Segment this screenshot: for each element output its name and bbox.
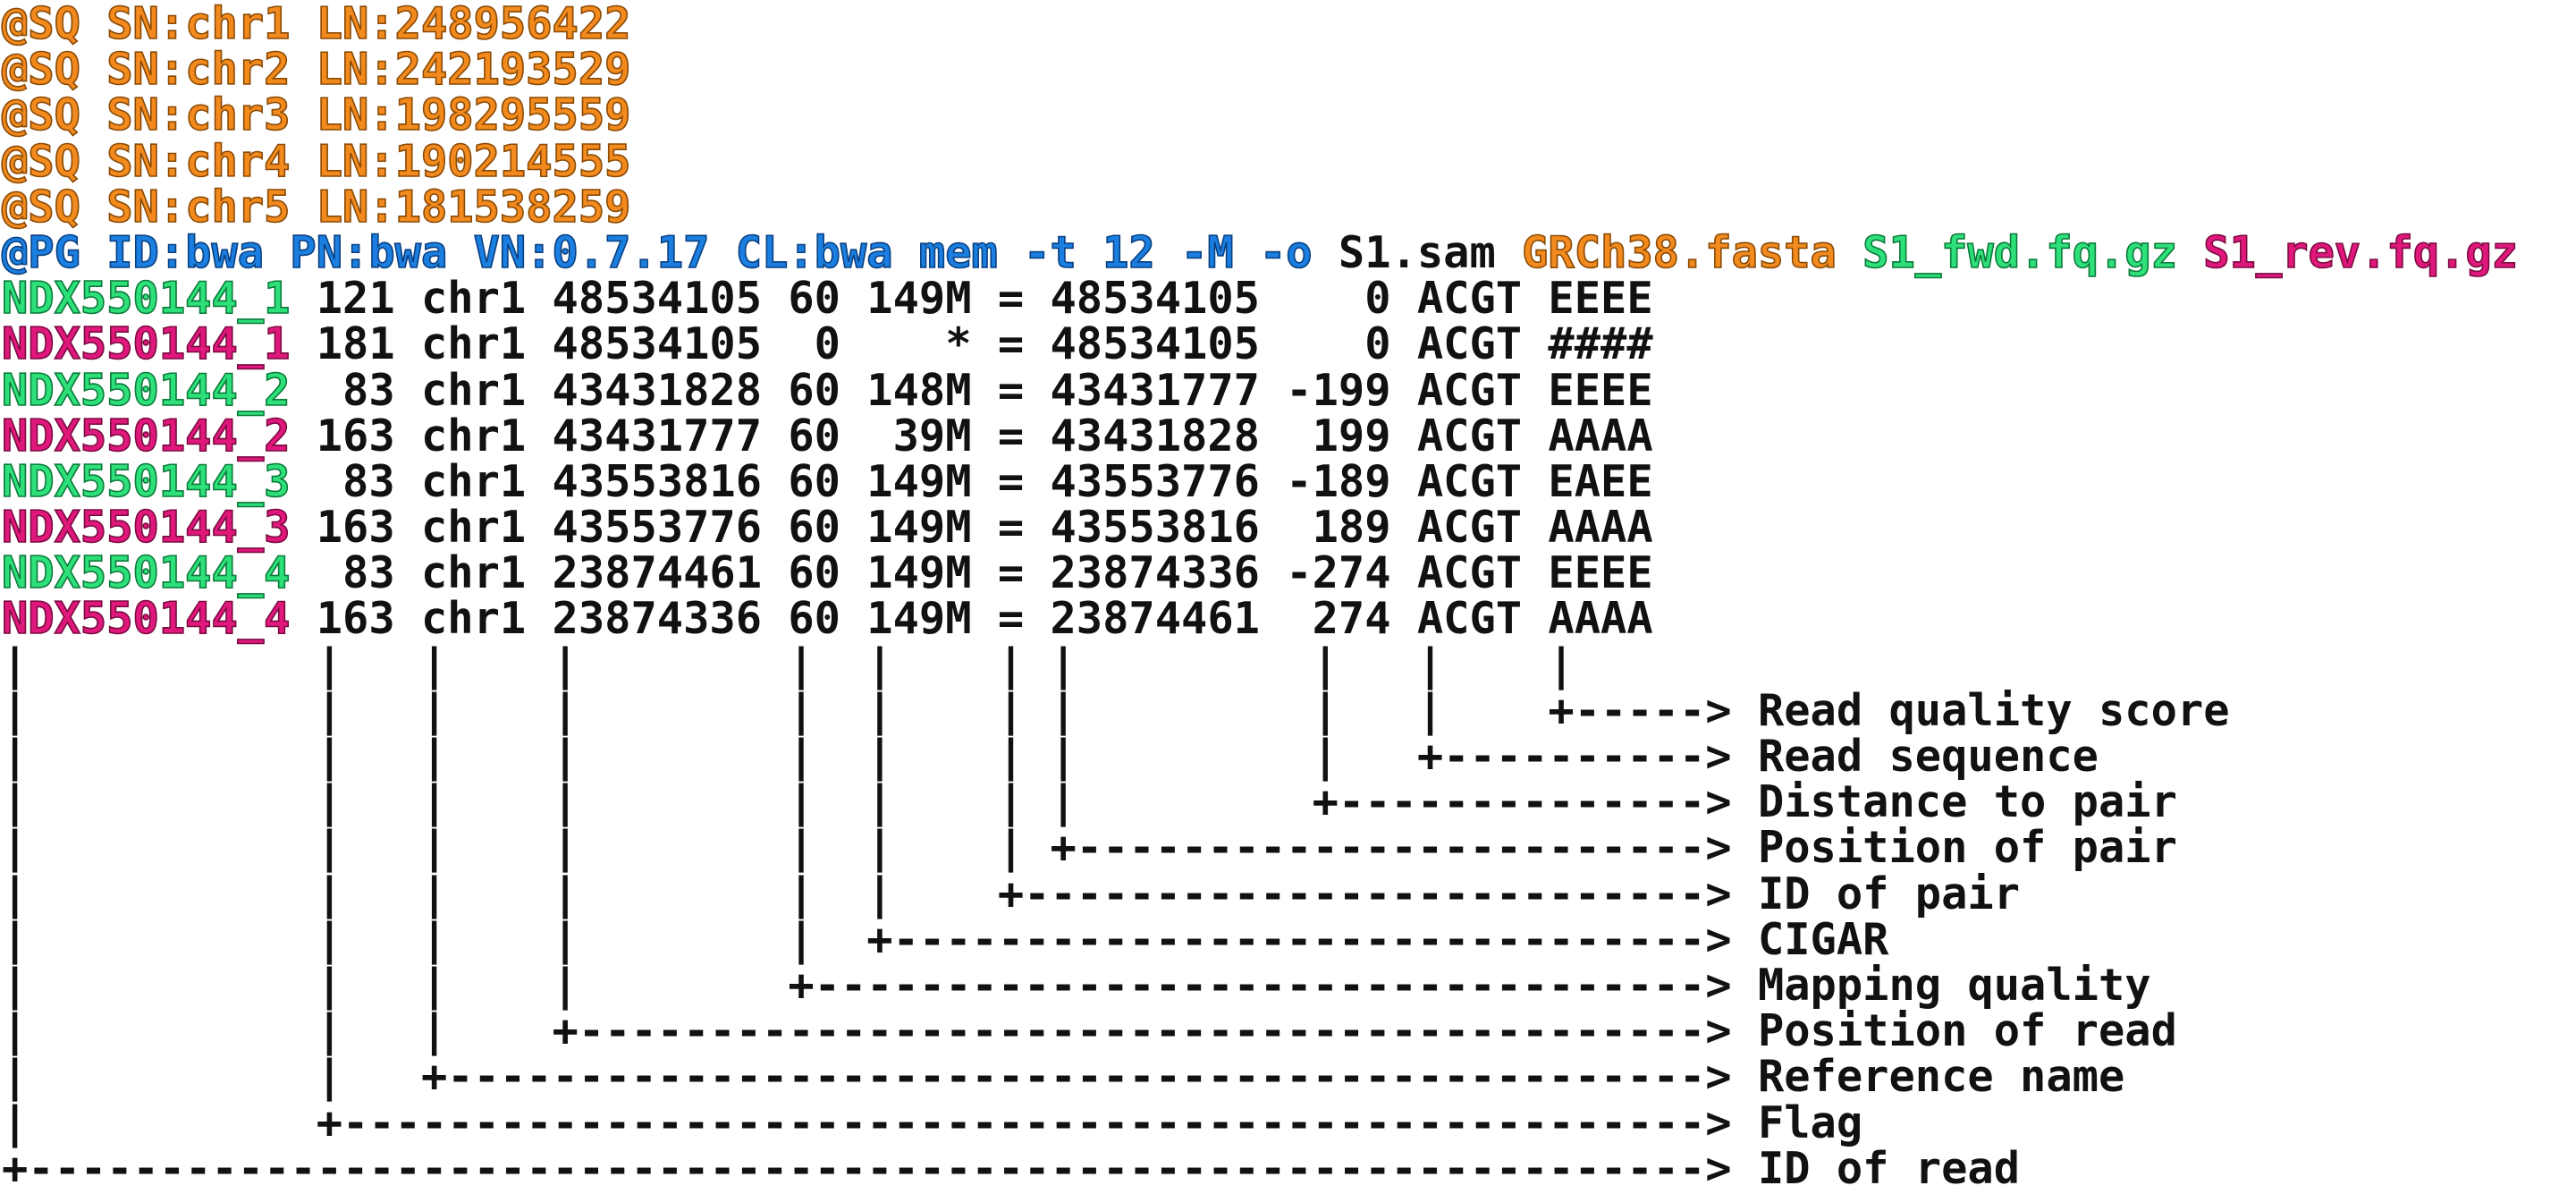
- field-label-flag: Flag: [1757, 1097, 1863, 1148]
- pointer-lines: | | | | +-------------------------------…: [2, 960, 1758, 1011]
- field-label-read-sequence: Read sequence: [1757, 732, 2099, 782]
- pointer-lines: | +-------------------------------------…: [2, 1097, 1758, 1148]
- alignment-row: NDX550144_2 83 chr1 43431828 60 148M = 4…: [1, 365, 2576, 416]
- annotation-line: | | | | | | +-------------------------->…: [2, 868, 2576, 919]
- field-label-cigar: CIGAR: [1757, 914, 1889, 965]
- read-id-forward: NDX550144_1: [1, 274, 291, 325]
- annotation-line: | | | | | | | | | | |: [2, 639, 2576, 690]
- sq-header-line: @SQ SN:chr2 LN:242193529: [1, 45, 2576, 96]
- alignment-fields: 163 chr1 43431777 60 39M = 43431828 199 …: [290, 411, 1653, 462]
- pointer-lines: | | +-----------------------------------…: [2, 1052, 1758, 1103]
- annotation-line: +---------------------------------------…: [2, 1143, 2576, 1194]
- field-label-distance-to-pair: Distance to pair: [1757, 777, 2177, 828]
- sq-header-text: @SQ SN:chr2 LN:242193529: [1, 45, 631, 96]
- alignment-fields: 83 chr1 23874461 60 149M = 23874336 -274…: [290, 548, 1653, 599]
- alignment-row: NDX550144_2 163 chr1 43431777 60 39M = 4…: [1, 411, 2576, 462]
- field-label-id-of-read: ID of read: [1757, 1143, 2021, 1194]
- pg-command: @PG ID:bwa PN:bwa VN:0.7.17 CL:bwa mem -…: [1, 227, 1313, 278]
- pointer-lines: +---------------------------------------…: [2, 1143, 1758, 1194]
- pointer-lines: | | | | | | +-------------------------->: [2, 868, 1758, 919]
- field-label-reference-name: Reference name: [1757, 1052, 2125, 1103]
- pointer-lines: | | | | | | | | | +---------->: [2, 732, 1758, 782]
- alignment-row: NDX550144_3 83 chr1 43553816 60 149M = 4…: [1, 456, 2576, 507]
- alignment-row: NDX550144_1 181 chr1 48534105 0 * = 4853…: [1, 319, 2576, 370]
- annotation-line: | +-------------------------------------…: [2, 1097, 2576, 1148]
- pg-reference-file: GRCh38.fasta: [1495, 227, 1837, 278]
- field-label-position-of-read: Position of read: [1757, 1006, 2177, 1057]
- annotation-line: | | | | +-------------------------------…: [2, 960, 2576, 1011]
- pointer-lines: | | | | | | | | | | +----->: [2, 685, 1758, 736]
- pointer-lines: | | | | | | | +------------------------>: [2, 823, 1758, 874]
- sq-header-text: @SQ SN:chr1 LN:248956422: [1, 0, 631, 49]
- alignment-row: NDX550144_4 163 chr1 23874336 60 149M = …: [1, 594, 2576, 645]
- annotation-line: | | | +---------------------------------…: [2, 1009, 2576, 1054]
- pointer-lines: | | | | | +-----------------------------…: [2, 914, 1758, 965]
- pg-output-file: S1.sam: [1312, 227, 1496, 278]
- annotation-line: | | | | | | | +------------------------>…: [2, 826, 2576, 871]
- alignment-row: NDX550144_1 121 chr1 48534105 60 149M = …: [1, 274, 2576, 325]
- sq-header-line: @SQ SN:chr3 LN:198295559: [1, 90, 2576, 141]
- annotation-line: | | | | | | | | +--------------> Distanc…: [2, 780, 2576, 826]
- annotation-line: | | +-----------------------------------…: [2, 1054, 2576, 1100]
- sq-header-line: @SQ SN:chr4 LN:190214555: [1, 136, 2576, 187]
- read-id-forward: NDX550144_4: [1, 548, 291, 599]
- alignment-fields: 121 chr1 48534105 60 149M = 48534105 0 A…: [290, 274, 1653, 325]
- sq-header-text: @SQ SN:chr3 LN:198295559: [1, 90, 631, 141]
- sam-diagram: @SQ SN:chr1 LN:248956422 @SQ SN:chr2 LN:2…: [0, 0, 2576, 1192]
- pg-header-line: @PG ID:bwa PN:bwa VN:0.7.17 CL:bwa mem -…: [1, 227, 2576, 278]
- alignment-fields: 83 chr1 43431828 60 148M = 43431777 -199…: [290, 365, 1653, 416]
- read-id-reverse: NDX550144_1: [1, 319, 291, 370]
- read-id-reverse: NDX550144_2: [1, 411, 291, 462]
- pg-forward-reads-file: S1_fwd.fq.gz: [1836, 227, 2177, 278]
- alignment-fields: 163 chr1 43553776 60 149M = 43553816 189…: [290, 503, 1653, 554]
- pg-reverse-reads-file: S1_rev.fq.gz: [2176, 227, 2518, 278]
- pointer-lines: | | | | | | | | +-------------->: [2, 777, 1758, 828]
- read-id-forward: NDX550144_2: [1, 365, 291, 416]
- sq-header-text: @SQ SN:chr5 LN:181538259: [1, 182, 631, 233]
- annotation-line: | | | | | +-----------------------------…: [2, 914, 2576, 965]
- read-id-reverse: NDX550144_3: [1, 503, 291, 554]
- sq-header-text: @SQ SN:chr4 LN:190214555: [1, 136, 631, 187]
- alignment-fields: 83 chr1 43553816 60 149M = 43553776 -189…: [290, 456, 1653, 507]
- read-id-forward: NDX550144_3: [1, 456, 291, 507]
- alignment-row: NDX550144_3 163 chr1 43553776 60 149M = …: [1, 503, 2576, 554]
- alignment-fields: 181 chr1 48534105 0 * = 48534105 0 ACGT …: [290, 319, 1653, 370]
- alignment-fields: 163 chr1 23874336 60 149M = 23874461 274…: [290, 594, 1653, 645]
- field-label-id-of-pair: ID of pair: [1757, 868, 2021, 919]
- annotation-line: | | | | | | | | | +----------> Read sequ…: [2, 732, 2576, 782]
- annotation-line: | | | | | | | | | | +-----> Read quality…: [2, 685, 2576, 736]
- sq-header-line: @SQ SN:chr5 LN:181538259: [1, 182, 2576, 233]
- sq-header-line: @SQ SN:chr1 LN:248956422: [1, 0, 2576, 49]
- field-label-mapping-quality: Mapping quality: [1757, 960, 2151, 1011]
- alignment-row: NDX550144_4 83 chr1 23874461 60 149M = 2…: [1, 548, 2576, 599]
- field-label-read-quality-score: Read quality score: [1757, 685, 2230, 736]
- field-label-position-of-pair: Position of pair: [1757, 823, 2177, 874]
- read-id-reverse: NDX550144_4: [1, 594, 291, 645]
- pointer-lines: | | | +---------------------------------…: [2, 1006, 1758, 1057]
- pointer-lines: | | | | | | | | | | |: [2, 639, 1575, 690]
